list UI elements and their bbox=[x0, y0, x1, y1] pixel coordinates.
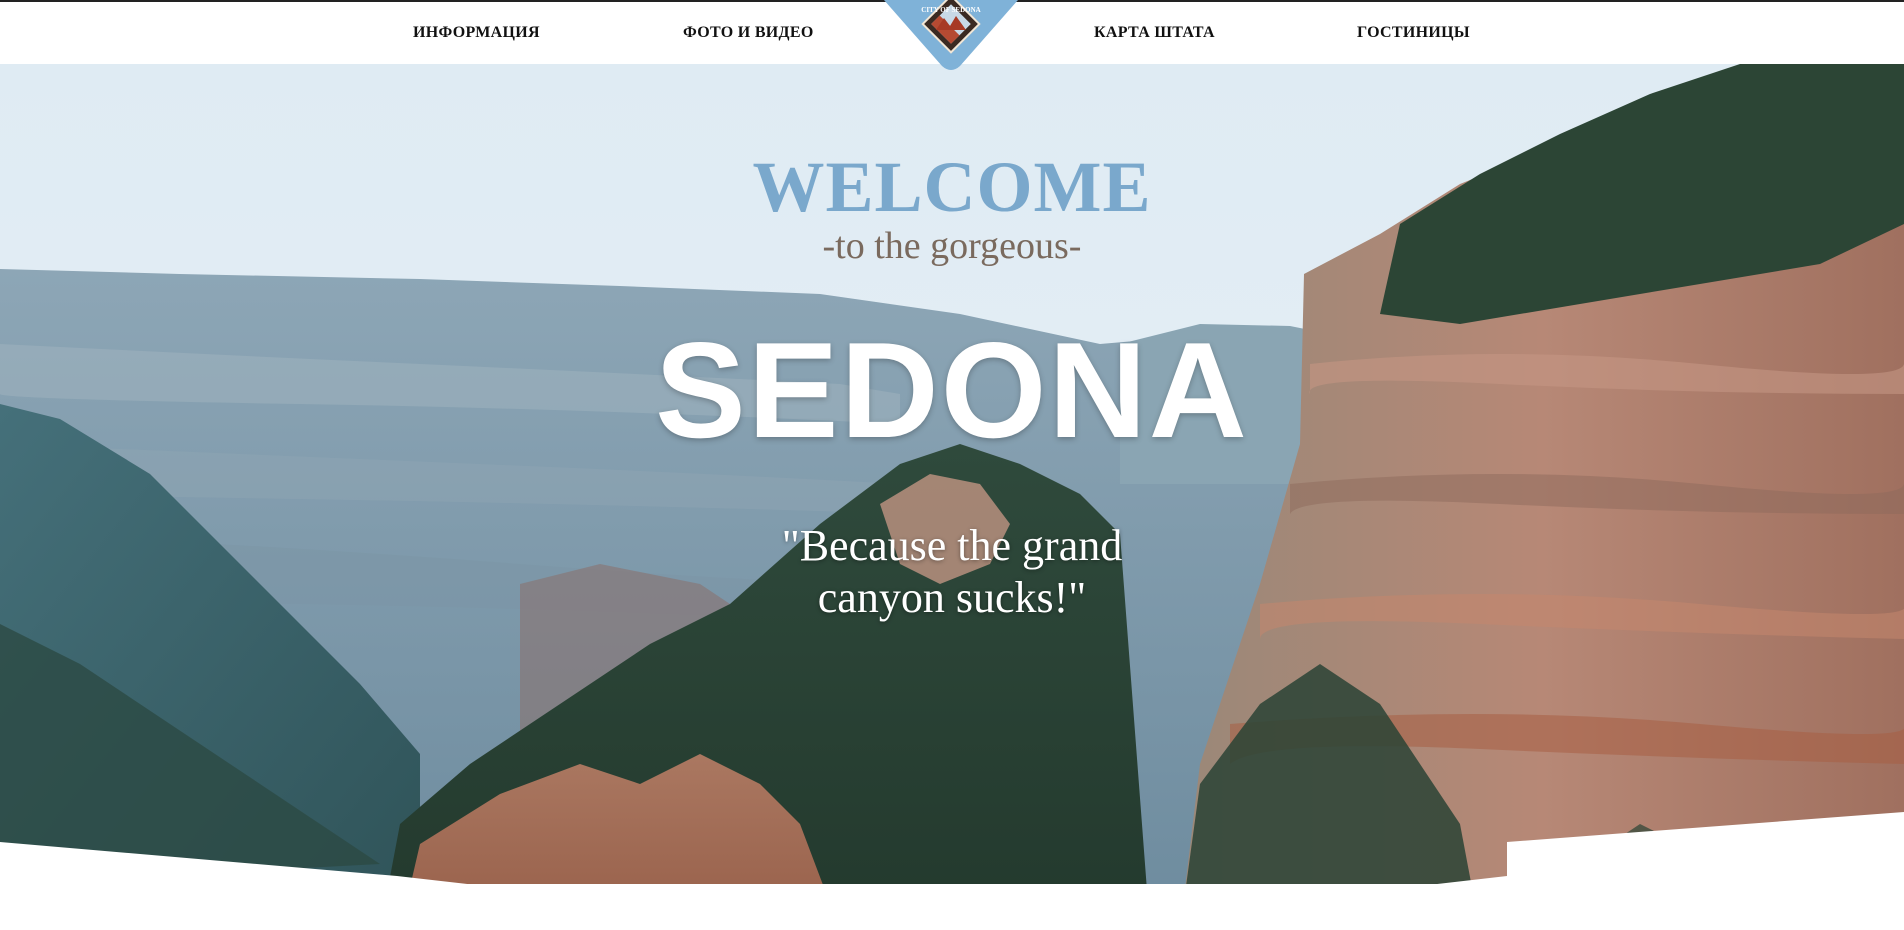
city-of-sedona-logo[interactable]: CITY OF SEDONA bbox=[884, 0, 1018, 72]
nav-link-state-map[interactable]: КАРТА ШТАТА bbox=[1094, 24, 1215, 42]
logo-text: CITY OF SEDONA bbox=[921, 6, 980, 14]
hero-quote-line-2: canyon sucks!" bbox=[817, 573, 1087, 622]
hero-section: WELCOME -to the gorgeous- SEDONA "Becaus… bbox=[0, 64, 1904, 930]
hero-quote: "Because the grand canyon sucks!" bbox=[727, 520, 1177, 624]
welcome-heading: WELCOME bbox=[752, 147, 1152, 227]
hero-subtitle: -to the gorgeous- bbox=[822, 225, 1082, 267]
nav-link-hotels[interactable]: ГОСТИНИЦЫ bbox=[1357, 24, 1470, 42]
hero-quote-line-1: "Because the grand bbox=[781, 521, 1123, 570]
nav-link-photo-video[interactable]: ФОТО И ВИДЕО bbox=[683, 24, 814, 42]
hero-title: SEDONA bbox=[655, 314, 1249, 466]
nav-link-info[interactable]: ИНФОРМАЦИЯ bbox=[413, 24, 540, 42]
logo-emblem-icon: CITY OF SEDONA bbox=[884, 0, 1018, 70]
